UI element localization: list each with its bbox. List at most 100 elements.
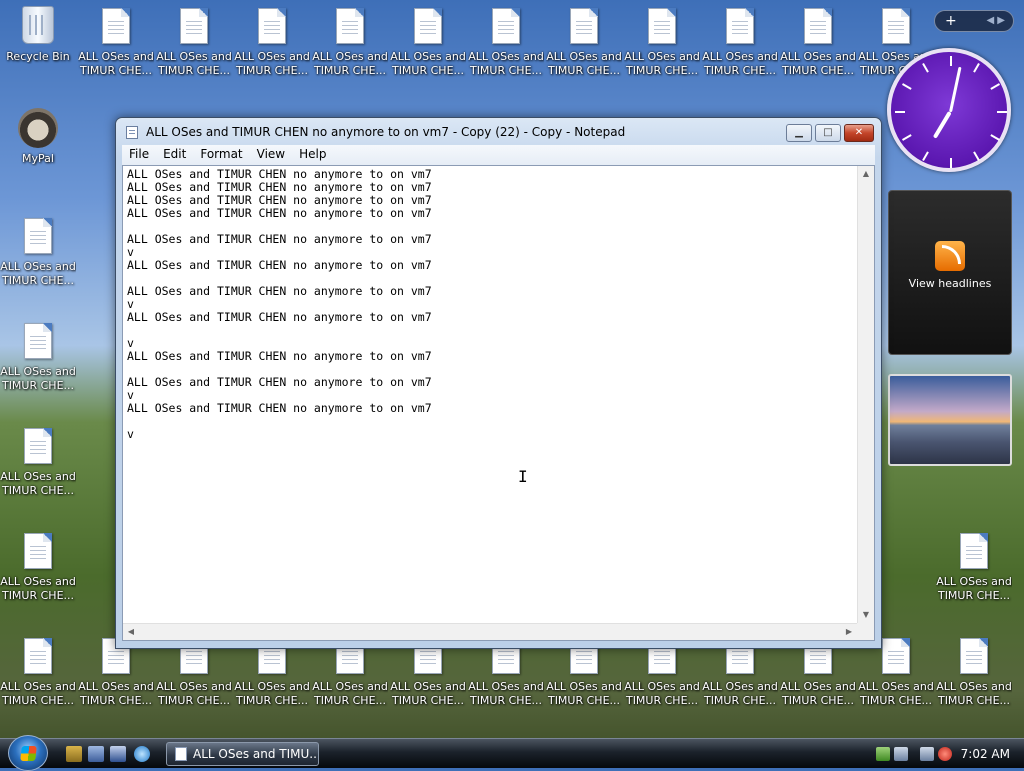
clock-tick: [990, 134, 1000, 141]
maximize-button[interactable]: □: [815, 124, 841, 142]
text-file-icon: [180, 8, 208, 44]
menu-format[interactable]: Format: [193, 145, 249, 164]
desktop-file-icon[interactable]: ALL OSes and TIMUR CHE...: [0, 319, 76, 393]
text-file-icon: [24, 428, 52, 464]
volume-muted-icon[interactable]: [938, 747, 952, 761]
clock-tick: [997, 111, 1007, 113]
taskbar-notepad-button[interactable]: ALL OSes and TIMU...: [166, 742, 319, 766]
scroll-right-icon[interactable]: ▶: [841, 624, 857, 640]
clock-tick: [922, 63, 929, 73]
security-shield-icon[interactable]: [876, 747, 890, 761]
clock-minute-hand: [949, 66, 962, 113]
clock-tick: [902, 134, 912, 141]
clock-tick: [973, 63, 980, 73]
menu-bar: File Edit Format View Help: [122, 145, 875, 165]
text-file-icon: [414, 8, 442, 44]
internet-explorer-icon[interactable]: [134, 746, 150, 762]
desktop-file-icon[interactable]: ALL OSes and TIMUR CHE...: [0, 424, 76, 498]
rss-feed-icon: [935, 241, 965, 271]
window-titlebar[interactable]: ALL OSes and TIMUR CHEN no anymore to on…: [116, 118, 881, 146]
close-button[interactable]: ✕: [844, 124, 874, 142]
desktop-file-icon[interactable]: ALL OSes and TIMUR CHE...: [936, 529, 1012, 603]
text-file-icon: [804, 8, 832, 44]
scroll-down-icon[interactable]: ▼: [858, 607, 874, 623]
feed-headlines-gadget[interactable]: View headlines: [888, 190, 1012, 355]
text-file-icon: [648, 8, 676, 44]
window-title: ALL OSes and TIMUR CHEN no anymore to on…: [146, 125, 626, 139]
text-file-icon: [24, 218, 52, 254]
desktop-file-icon[interactable]: ALL OSes and TIMUR CHE...: [936, 634, 1012, 708]
switch-windows-icon[interactable]: [88, 746, 104, 762]
resize-grip[interactable]: [857, 623, 874, 640]
text-cursor-icon: I: [518, 469, 528, 485]
horizontal-scrollbar[interactable]: ◀ ▶: [123, 623, 857, 640]
clock-tick: [950, 158, 952, 168]
network-status-icon[interactable]: [894, 747, 908, 761]
media-player-icon[interactable]: [110, 746, 126, 762]
vertical-scrollbar[interactable]: ▲ ▼: [857, 166, 874, 623]
text-file-icon: [24, 533, 52, 569]
text-file-icon: [102, 8, 130, 44]
sidebar-gadget-controls[interactable]: + ◀ ▶: [934, 10, 1014, 32]
text-file-icon: [882, 638, 910, 674]
scroll-up-icon[interactable]: ▲: [858, 166, 874, 182]
desktop-file-icon[interactable]: ALL OSes and TIMUR CHE...: [78, 4, 154, 78]
desktop-file-icon[interactable]: ALL OSes and TIMUR CHE...: [702, 4, 778, 78]
desktop-file-icon[interactable]: ALL OSes and TIMUR CHE...: [390, 4, 466, 78]
text-file-icon: [570, 8, 598, 44]
recycle-bin-icon[interactable]: Recycle Bin: [0, 4, 76, 64]
desktop-file-icon[interactable]: ALL OSes and TIMUR CHE...: [546, 4, 622, 78]
clock-tick: [990, 83, 1000, 90]
slideshow-gadget[interactable]: [888, 374, 1012, 466]
menu-edit[interactable]: Edit: [156, 145, 193, 164]
desktop-file-icon[interactable]: ALL OSes and TIMUR CHE...: [624, 4, 700, 78]
text-file-icon: [882, 8, 910, 44]
recycle-bin-glyph: [22, 6, 54, 44]
scroll-left-icon[interactable]: ◀: [123, 624, 139, 640]
taskbar: ALL OSes and TIMU... 7:02 AM: [0, 735, 1024, 771]
notepad-window[interactable]: ALL OSes and TIMUR CHEN no anymore to on…: [115, 117, 882, 649]
notepad-icon: [126, 126, 138, 139]
start-button[interactable]: [8, 735, 48, 771]
mypal-shortcut-icon[interactable]: MyPal: [0, 108, 76, 166]
clock-tick: [922, 151, 929, 161]
show-desktop-icon[interactable]: [66, 746, 82, 762]
clock-gadget[interactable]: [887, 48, 1011, 172]
taskbar-button-label: ALL OSes and TIMU...: [193, 747, 319, 761]
menu-file[interactable]: File: [122, 145, 156, 164]
desktop-file-icon[interactable]: ALL OSes and TIMUR CHE...: [312, 4, 388, 78]
mypal-label: MyPal: [22, 152, 54, 165]
close-icon: ✕: [854, 127, 864, 138]
menu-view[interactable]: View: [250, 145, 292, 164]
desktop-file-icon[interactable]: ALL OSes and TIMUR CHE...: [468, 4, 544, 78]
document-text[interactable]: ALL OSes and TIMUR CHEN no anymore to on…: [127, 168, 852, 622]
desktop-file-icon[interactable]: ALL OSes and TIMUR CHE...: [0, 529, 76, 603]
recycle-bin-label: Recycle Bin: [6, 50, 70, 63]
minimize-button[interactable]: ▁: [786, 124, 812, 142]
clock-tick: [895, 111, 905, 113]
menu-help[interactable]: Help: [292, 145, 333, 164]
desktop-file-icon[interactable]: ALL OSes and TIMUR CHE...: [234, 4, 310, 78]
gadget-nav-arrows-icon[interactable]: ◀ ▶: [986, 11, 1005, 31]
desktop-file-icon[interactable]: ALL OSes and TIMUR CHE...: [0, 214, 76, 288]
add-gadget-icon[interactable]: +: [945, 13, 957, 29]
view-headlines-label: View headlines: [908, 277, 992, 290]
network-icon[interactable]: [920, 747, 934, 761]
clock-tick: [973, 151, 980, 161]
system-clock[interactable]: 7:02 AM: [961, 747, 1010, 761]
desktop-file-icon[interactable]: ALL OSes and TIMUR CHE...: [156, 4, 232, 78]
text-file-icon: [24, 323, 52, 359]
desktop-file-icon[interactable]: ALL OSes and TIMUR CHE...: [780, 4, 856, 78]
clock-tick: [950, 56, 952, 66]
text-file-icon: [492, 8, 520, 44]
text-file-icon: [960, 533, 988, 569]
text-file-icon: [24, 638, 52, 674]
text-file-icon: [336, 8, 364, 44]
clock-hour-hand: [932, 110, 952, 139]
clock-tick: [902, 83, 912, 90]
desktop-file-icon[interactable]: ALL OSes and TIMUR CHE...: [0, 634, 76, 708]
minimize-icon: ▁: [795, 127, 803, 138]
text-editor-area[interactable]: ALL OSes and TIMUR CHEN no anymore to on…: [122, 165, 875, 641]
mypal-glyph: [18, 108, 58, 148]
notepad-icon: [175, 747, 187, 761]
